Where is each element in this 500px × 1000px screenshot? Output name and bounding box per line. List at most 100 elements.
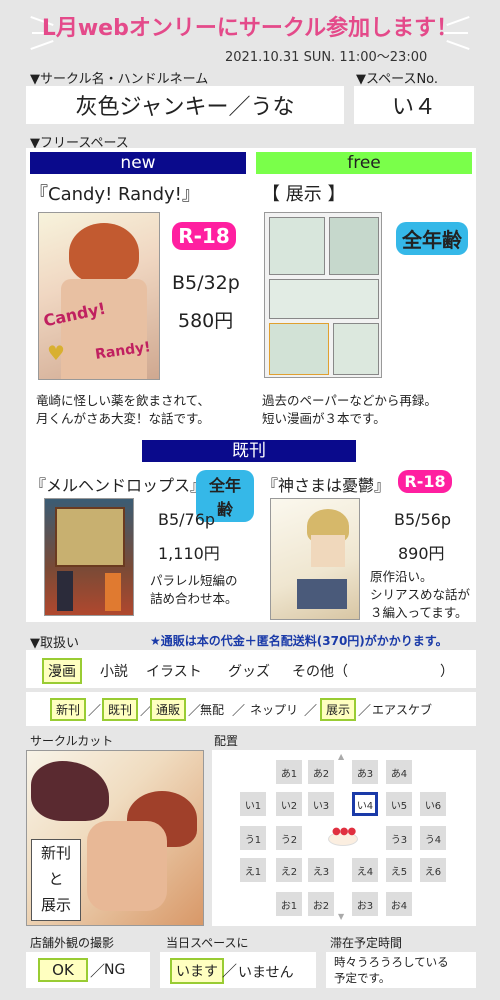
circle-name-value: 灰色ジャンキー／うな [75, 95, 295, 120]
cut-figure-dark-hair [31, 761, 109, 821]
exhibit-manga-preview [264, 212, 382, 378]
type-other-close: ） [440, 664, 454, 680]
kikan1-desc-2: 詰め合わせ本。 [150, 591, 238, 606]
kikan2-price: 890円 [398, 544, 445, 563]
day-space-label: 当日スペースに [166, 936, 249, 950]
free-rating-badge: 全年齢 [396, 222, 468, 255]
free-bar: free [256, 152, 472, 174]
type-novel: 小説 [100, 664, 128, 680]
kikan2-desc-3: ３編入ってます。 [370, 605, 468, 620]
cut-figure-skin [87, 821, 167, 911]
seat-u4: う4 [420, 826, 446, 850]
free-desc-2: 短い漫画が３本です。 [262, 411, 386, 426]
seat-a3: あ3 [352, 760, 378, 784]
seat-i5: い5 [386, 792, 412, 816]
space-no-label: ▼スペースNo. [356, 72, 439, 87]
kikan2-desc-2: シリアスめな話が [370, 587, 471, 602]
seat-i6: い6 [420, 792, 446, 816]
day-space-sep: ／ [222, 962, 238, 980]
page-title: L月webオンリーにサークル参加します！ [0, 10, 500, 42]
kikan2-size: B5/56p [394, 510, 452, 529]
new-desc-1: 竜崎に怪しい薬を飲まされて、 [36, 393, 211, 408]
seat-u1: う1 [240, 826, 266, 850]
map-arrow-bottom: ▼ [338, 912, 345, 921]
tag-airskeb: エアスケブ [372, 703, 433, 717]
tag-kikan: 既刊 [102, 698, 139, 721]
kikan1-cover-frame [55, 507, 125, 567]
kikan2-cover-face [311, 535, 345, 567]
map-arrow-top: ▲ [338, 752, 345, 761]
photo-ng: NG [104, 962, 126, 978]
tag-sep-4: ／ [232, 704, 246, 719]
kikan2-title: 『神さまは憂鬱』 [262, 476, 391, 495]
kikan1-cover [44, 498, 134, 616]
space-no-field: い４ [354, 86, 474, 124]
kikan2-desc-1: 原作沿い。 [370, 569, 433, 584]
cut-stamp-2: と [48, 870, 64, 888]
seat-u2: う2 [276, 826, 302, 850]
cover-body [61, 279, 147, 379]
title-participation: にサークル参加します！ [216, 16, 459, 41]
new-size: B5/32p [172, 272, 240, 294]
tag-sep-5: ／ [304, 704, 318, 719]
new-book-cover: Candy! Randy! ♥ [38, 212, 160, 380]
tag-free-dist: 無配 [200, 703, 225, 717]
free-title: 【 展示 】 [262, 184, 346, 205]
seat-i4-highlight: い4 [352, 792, 378, 816]
new-price: 580円 [178, 310, 234, 332]
photo-ok: OK [38, 958, 88, 982]
kikan1-cover-figure-2 [105, 573, 121, 611]
kikan1-size: B5/76p [158, 510, 216, 529]
tag-exhibit: 展示 [320, 698, 357, 721]
free-desc-1: 過去のペーパーなどから再録。 [262, 393, 437, 408]
type-goods: グッズ [228, 664, 270, 680]
day-space-yes: います [170, 958, 224, 984]
seat-u3: う3 [386, 826, 412, 850]
heart-icon: ♥ [47, 341, 65, 365]
tag-new: 新刊 [50, 698, 87, 721]
seat-i1: い1 [240, 792, 266, 816]
manga-panel-4 [269, 323, 329, 375]
seat-o3: お3 [352, 892, 378, 916]
kikan1-desc-1: パラレル短編の [150, 573, 238, 588]
title-event: L月webオンリー [41, 16, 217, 41]
tag-sep-1: ／ [88, 704, 102, 719]
tag-netprint: ネップリ [250, 703, 299, 717]
kikan-bar: 既刊 [142, 440, 356, 462]
seat-i3: い3 [308, 792, 334, 816]
type-manga: 漫画 [42, 658, 82, 684]
seat-e1: え1 [240, 858, 266, 882]
handling-label: ▼取扱い [30, 636, 79, 651]
seat-o1: お1 [276, 892, 302, 916]
tag-sep-6: ／ [358, 704, 372, 719]
seat-o2: お2 [308, 892, 334, 916]
seat-a4: あ4 [386, 760, 412, 784]
seat-a1: あ1 [276, 760, 302, 784]
seat-i2: い2 [276, 792, 302, 816]
new-bar: new [30, 152, 246, 174]
day-space-no: いません [238, 965, 294, 981]
cut-stamp: 新刊 と 展示 [31, 839, 81, 921]
seat-e5: え5 [386, 858, 412, 882]
cut-stamp-1: 新刊 [40, 844, 71, 862]
kikan2-cover-book [297, 579, 347, 609]
photo-label: 店舗外観の撮影 [30, 936, 115, 950]
tag-mailorder: 通販 [150, 698, 187, 721]
cake-icon: ●●● [326, 822, 360, 848]
seat-e3: え3 [308, 858, 334, 882]
manga-panel-2 [329, 217, 379, 275]
circle-name-label: ▼サークル名・ハンドルネーム [30, 72, 209, 87]
stay-time-label: 滞在予定時間 [330, 936, 403, 950]
manga-panel-1 [269, 217, 325, 275]
kikan1-title: 『メルヘンドロップス』 [30, 476, 207, 495]
photo-sep: ／ [90, 962, 106, 980]
new-book-title: 『Candy! Randy!』 [30, 184, 200, 205]
manga-panel-3 [269, 279, 379, 319]
stay-time-line-2: 予定です。 [334, 971, 391, 985]
manga-panel-5 [333, 323, 379, 375]
kikan1-cover-figure-1 [57, 571, 73, 611]
seat-e2: え2 [276, 858, 302, 882]
cover-figure [69, 223, 139, 283]
type-other: その他（ [292, 664, 348, 680]
new-rating-badge: R-18 [172, 222, 236, 250]
